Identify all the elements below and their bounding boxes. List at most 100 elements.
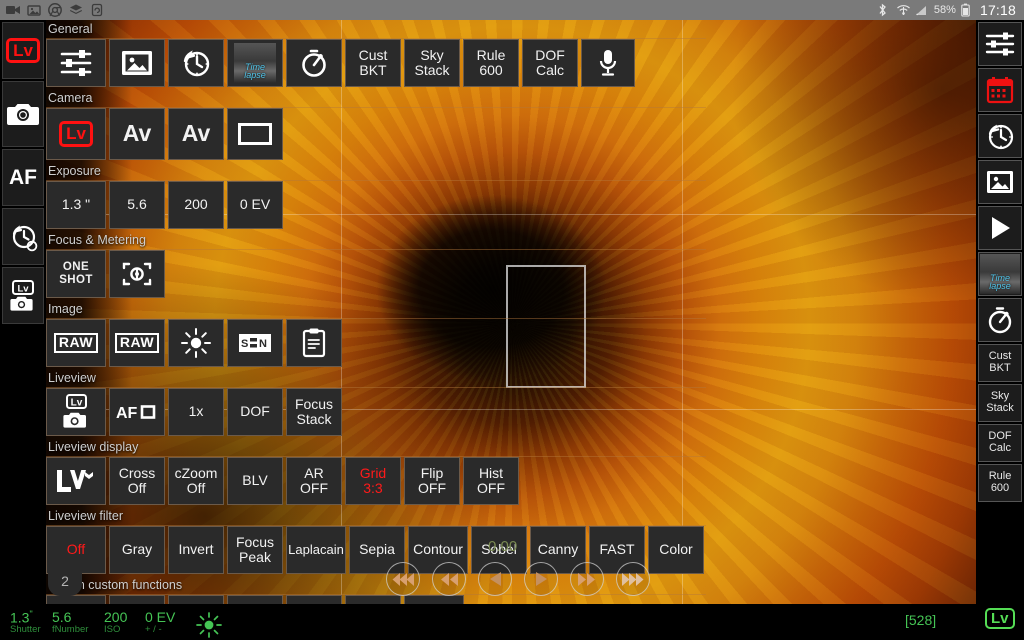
raw-icon: RAW (114, 333, 160, 353)
general-sky-stack-button[interactable]: Sky Stack (404, 39, 460, 87)
general-timelapse-button[interactable]: Time lapse (227, 39, 283, 87)
section-label-exposure: Exposure (46, 162, 706, 181)
exposure-compensation-button[interactable]: 0 EV (227, 181, 283, 229)
filter-color-button[interactable]: Color (648, 526, 704, 574)
stopwatch-icon (986, 306, 1014, 334)
bluetooth-icon (877, 3, 891, 17)
step-forward-button[interactable] (524, 562, 558, 596)
rsidebar-item-timelapse[interactable]: Time lapse (978, 252, 1022, 296)
rsidebar-item-gallery[interactable] (978, 160, 1022, 204)
filter-focus-peak-button[interactable]: Focus Peak (227, 526, 283, 574)
liveview-focus-stack-button[interactable]: Focus Stack (286, 388, 342, 436)
lv-red-icon: Lv (6, 37, 40, 64)
general-dof-calc-button[interactable]: DOF Calc (522, 39, 578, 87)
focus-mode-button[interactable]: ONE SHOT (46, 250, 106, 298)
rsidebar-item-intervalometer[interactable] (978, 114, 1022, 158)
lv-czoom-button[interactable]: cZoom Off (168, 457, 224, 505)
rsidebar-item-timer[interactable] (978, 298, 1022, 342)
lv-blv-button[interactable]: BLV (227, 457, 283, 505)
skip-forward-button[interactable] (570, 562, 604, 596)
svg-text:Lv: Lv (71, 398, 83, 409)
sidebar-item-intervalometer[interactable] (2, 208, 44, 265)
camera-dial-button[interactable]: Av (168, 108, 224, 160)
sidebar-item-liveview-toggle[interactable]: Lv (2, 22, 44, 79)
chrome-icon (48, 3, 62, 17)
general-rule-600-button[interactable]: Rule 600 (463, 39, 519, 87)
general-mic-button[interactable] (581, 39, 635, 87)
skip-forward-fast-button[interactable] (616, 562, 650, 596)
sidebar-item-autofocus[interactable]: AF (2, 149, 44, 206)
lv-camera-icon: Lv (8, 279, 38, 312)
lv-red-icon: Lv (59, 121, 93, 147)
skip-back-fast-button[interactable] (386, 562, 420, 596)
timelapse-thumb: Time lapse (234, 43, 276, 83)
right-sidebar: Time lapse Cust BKT Sky Stack DOF Calc Ru… (976, 20, 1024, 604)
camera-aspect-button[interactable] (227, 108, 283, 160)
lv-hist-button[interactable]: Hist OFF (463, 457, 519, 505)
lv-flip-button[interactable]: Flip OFF (404, 457, 460, 505)
app-root: 58% 17:18 Lv AF Lv Time lapse Cust BKT S… (0, 0, 1024, 640)
exposure-iso-button[interactable]: 200 (168, 181, 224, 229)
image-review-button[interactable] (286, 319, 342, 367)
exposure-shutter-button[interactable]: 1.3 " (46, 181, 106, 229)
exposure-meter[interactable]: - 0.00 EV + (0, 604, 1024, 640)
menu-page-indicator[interactable]: 2 (48, 566, 82, 596)
svg-text:N: N (259, 338, 267, 350)
camera-liveview-button[interactable]: Lv (46, 108, 106, 160)
rsidebar-item-dof-calc[interactable]: DOF Calc (978, 424, 1022, 462)
lv-ar-button[interactable]: AR OFF (286, 457, 342, 505)
general-timer-button[interactable] (286, 39, 342, 87)
sidebar-item-liveview-capture[interactable]: Lv (2, 267, 44, 324)
lv-grid-button[interactable]: Grid 3:3 (345, 457, 401, 505)
rsidebar-item-calendar[interactable] (978, 68, 1022, 112)
liveview-af-button[interactable]: AF (109, 388, 165, 436)
image-quality-raw-button[interactable]: RAW (46, 319, 106, 367)
picture-style-button[interactable]: SN (227, 319, 283, 367)
liveview-dof-button[interactable]: DOF (227, 388, 283, 436)
section-row-liveview-display: Cross Off cZoom Off BLV AR OFF Grid 3:3 … (46, 457, 706, 507)
section-label-camera: Camera (46, 89, 706, 108)
sidebar-item-camera[interactable] (2, 81, 44, 147)
general-settings-button[interactable] (46, 39, 106, 87)
section-label-liveview-display: Liveview display (46, 438, 706, 457)
rsidebar-item-rule-600[interactable]: Rule 600 (978, 464, 1022, 502)
raw-icon: RAW (53, 333, 99, 353)
image-format-raw-button[interactable]: RAW (109, 319, 165, 367)
left-sidebar: Lv AF Lv (0, 20, 46, 604)
general-gallery-button[interactable] (109, 39, 165, 87)
general-intervalometer-button[interactable] (168, 39, 224, 87)
liveview-zoom-button[interactable]: 1x (168, 388, 224, 436)
skip-forward-triple-icon (622, 572, 644, 586)
battery-percent: 58% (933, 4, 956, 16)
section-row-camera: Lv Av Av (46, 108, 706, 162)
rsidebar-item-settings[interactable] (978, 22, 1022, 66)
section-label-image: Image (46, 300, 706, 319)
rsidebar-item-cust-bkt[interactable]: Cust BKT (978, 344, 1022, 382)
white-balance-button[interactable] (168, 319, 224, 367)
svg-text:AF: AF (116, 405, 138, 422)
playback-transport-bar (386, 562, 650, 596)
metering-mode-button[interactable] (109, 250, 165, 298)
camera-mode-button[interactable]: Av (109, 108, 165, 160)
timelapse-thumb: Time lapse (980, 254, 1020, 294)
exposure-aperture-button[interactable]: 5.6 (109, 181, 165, 229)
skip-back-button[interactable] (432, 562, 466, 596)
liveview-capture-button[interactable]: Lv (46, 388, 106, 436)
rsidebar-item-sky-stack[interactable]: Sky Stack (978, 384, 1022, 422)
filter-gray-button[interactable]: Gray (109, 526, 165, 574)
step-back-button[interactable] (478, 562, 512, 596)
general-cust-bkt-button[interactable]: Cust BKT (345, 39, 401, 87)
layers-icon (69, 3, 83, 17)
liveview-status-badge[interactable]: Lv (985, 608, 1015, 629)
lv-cross-button[interactable]: Cross Off (109, 457, 165, 505)
svg-text:S: S (241, 338, 248, 350)
lv-green-icon: Lv (985, 608, 1015, 629)
section-row-general: Time lapse Cust BKT Sky Stack Rule 600 DO… (46, 39, 706, 89)
camera-icon (7, 101, 39, 127)
rsidebar-item-play[interactable] (978, 206, 1022, 250)
filter-invert-button[interactable]: Invert (168, 526, 224, 574)
filter-laplacain-button[interactable]: Laplacain (286, 526, 346, 574)
section-row-exposure: 1.3 " 5.6 200 0 EV (46, 181, 706, 231)
settings-menu-panel: General Time lapse Cust BKT Sky Stack Rul… (46, 20, 706, 640)
lv-display-toggle-button[interactable] (46, 457, 106, 505)
